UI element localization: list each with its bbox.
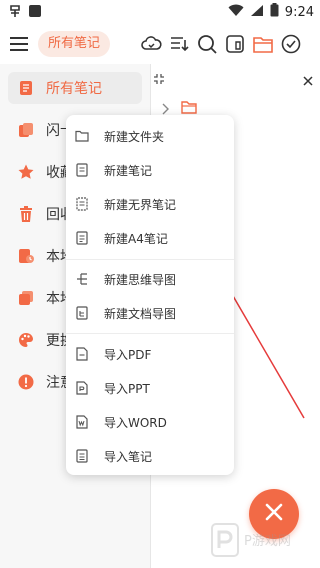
menu-item-import-ppt[interactable]: 导入PPT	[66, 371, 234, 405]
menu-item-label: 导入PPT	[104, 381, 150, 396]
menu-item-label: 导入笔记	[104, 449, 153, 464]
menu-item-new-a4-note[interactable]: 新建A4笔记	[66, 221, 234, 255]
menu-divider	[66, 259, 234, 260]
pdf-icon	[74, 346, 90, 362]
menu-item-label: 新建笔记	[104, 163, 153, 178]
word-icon	[74, 414, 90, 430]
import-note-icon	[74, 448, 90, 464]
infinite-note-icon	[74, 196, 90, 212]
menu-item-new-note[interactable]: 新建笔记	[66, 153, 234, 187]
menu-item-label: 新建思维导图	[104, 272, 177, 287]
menu-item-new-folder[interactable]: 新建文件夹	[66, 119, 234, 153]
create-menu: 新建文件夹 新建笔记 新建无界笔记 新建A4笔记 新建思维导图 新建文档导图 导…	[66, 115, 234, 475]
note-icon	[74, 162, 90, 178]
watermark: P游戏网	[210, 520, 314, 562]
watermark-logo-icon	[211, 523, 239, 557]
menu-item-label: 新建A4笔记	[104, 231, 168, 246]
menu-item-label: 导入WORD	[104, 415, 167, 430]
menu-item-label: 新建文档导图	[104, 306, 177, 321]
menu-item-import-pdf[interactable]: 导入PDF	[66, 337, 234, 371]
menu-item-new-infinite-note[interactable]: 新建无界笔记	[66, 187, 234, 221]
menu-item-import-note[interactable]: 导入笔记	[66, 439, 234, 473]
menu-item-import-word[interactable]: 导入WORD	[66, 405, 234, 439]
doc-mindmap-icon	[74, 305, 90, 321]
ppt-icon	[74, 380, 90, 396]
mindmap-icon	[74, 271, 90, 287]
menu-item-new-doc-mindmap[interactable]: 新建文档导图	[66, 296, 234, 330]
menu-divider	[66, 333, 234, 334]
menu-item-label: 新建无界笔记	[104, 197, 177, 212]
a4-note-icon	[74, 230, 90, 246]
menu-item-label: 新建文件夹	[104, 129, 165, 144]
menu-item-label: 导入PDF	[104, 347, 152, 362]
menu-item-new-mindmap[interactable]: 新建思维导图	[66, 262, 234, 296]
watermark-text: P游戏网	[244, 534, 291, 549]
folder-icon	[74, 128, 90, 144]
